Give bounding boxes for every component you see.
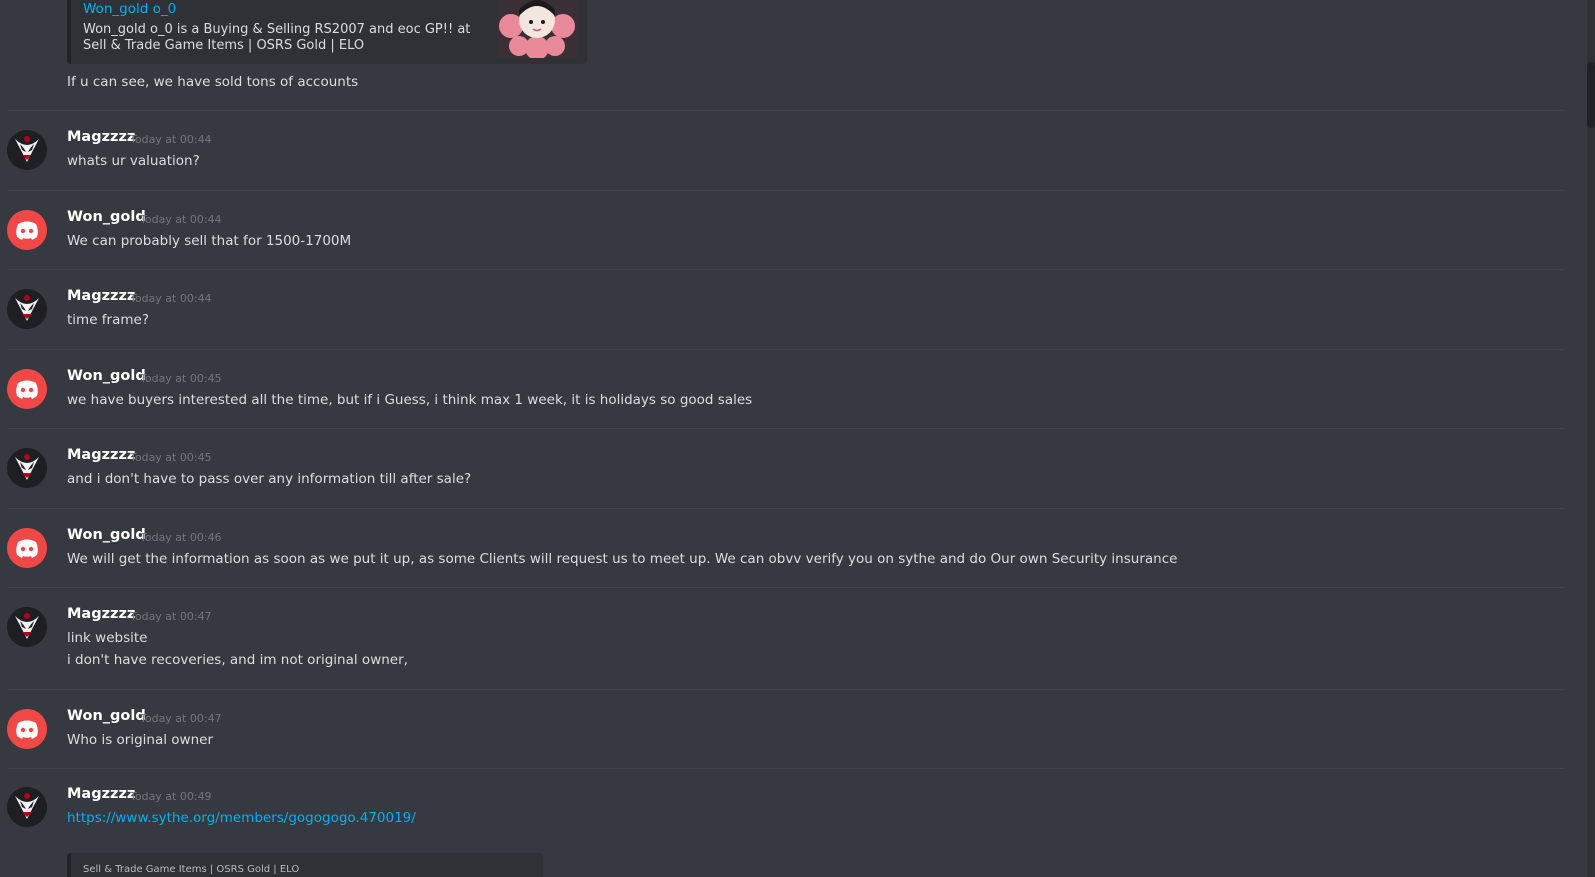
message-text: and i don't have to pass over any inform… bbox=[67, 471, 472, 487]
anime-girl-thumbnail-icon[interactable] bbox=[497, 0, 577, 58]
username[interactable]: Won_gold bbox=[67, 527, 146, 543]
message-text: link website bbox=[67, 630, 148, 646]
message-divider bbox=[8, 689, 1565, 690]
username[interactable]: Magzzzz bbox=[67, 129, 135, 145]
discord-avatar-icon[interactable] bbox=[7, 210, 47, 250]
username[interactable]: Won_gold bbox=[67, 708, 146, 724]
venom-avatar-icon[interactable] bbox=[7, 607, 47, 647]
message-link[interactable]: https://www.sythe.org/members/gogogogo.4… bbox=[67, 810, 416, 826]
message-text: Who is original owner bbox=[67, 732, 213, 748]
username[interactable]: Magzzzz bbox=[67, 606, 135, 622]
venom-avatar-icon[interactable] bbox=[7, 787, 47, 827]
venom-avatar-icon[interactable] bbox=[7, 448, 47, 488]
chat-messages-area: Won_gold o_0 Won_gold o_0 is a Buying & … bbox=[0, 0, 1565, 877]
message-divider bbox=[8, 508, 1565, 509]
username[interactable]: Magzzzz bbox=[67, 447, 135, 463]
timestamp: Today at 00:46 bbox=[140, 531, 222, 544]
discord-avatar-icon[interactable] bbox=[7, 369, 47, 409]
message-text: We can probably sell that for 1500-1700M bbox=[67, 233, 352, 249]
message-divider bbox=[8, 768, 1565, 769]
discord-avatar-icon[interactable] bbox=[7, 528, 47, 568]
timestamp: Today at 00:44 bbox=[130, 133, 212, 146]
timestamp: Today at 00:49 bbox=[130, 790, 212, 803]
venom-avatar-icon[interactable] bbox=[7, 130, 47, 170]
message-divider bbox=[8, 587, 1565, 588]
timestamp: Today at 00:47 bbox=[140, 712, 222, 725]
message-text: time frame? bbox=[67, 312, 149, 328]
embed-description: Won_gold o_0 is a Buying & Selling RS200… bbox=[83, 22, 471, 53]
message-divider bbox=[8, 428, 1565, 429]
message-divider bbox=[8, 349, 1565, 350]
timestamp: Today at 00:45 bbox=[130, 451, 212, 464]
timestamp: Today at 00:44 bbox=[140, 213, 222, 226]
message-text: i don't have recoveries, and im not orig… bbox=[67, 652, 408, 668]
timestamp: Today at 00:44 bbox=[130, 292, 212, 305]
username[interactable]: Won_gold bbox=[67, 368, 146, 384]
message-text: we have buyers interested all the time, … bbox=[67, 392, 753, 408]
venom-avatar-icon[interactable] bbox=[7, 289, 47, 329]
discord-avatar-icon[interactable] bbox=[7, 709, 47, 749]
username[interactable]: Magzzzz bbox=[67, 786, 135, 802]
embed-title-link[interactable]: Won_gold o_0 bbox=[83, 1, 176, 17]
username[interactable]: Won_gold bbox=[67, 209, 146, 225]
message-divider bbox=[8, 110, 1565, 111]
embed-provider: Sell & Trade Game Items | OSRS Gold | EL… bbox=[83, 864, 300, 875]
timestamp: Today at 00:47 bbox=[130, 610, 212, 623]
message-text: whats ur valuation? bbox=[67, 153, 200, 169]
message-divider bbox=[8, 269, 1565, 270]
message-text: If u can see, we have sold tons of accou… bbox=[67, 74, 359, 90]
scrollbar-track[interactable] bbox=[1587, 0, 1595, 877]
link-embed: Won_gold o_0 Won_gold o_0 is a Buying & … bbox=[67, 0, 587, 64]
timestamp: Today at 00:45 bbox=[140, 372, 222, 385]
message-divider bbox=[8, 190, 1565, 191]
scrollbar-thumb[interactable] bbox=[1587, 62, 1595, 128]
link-embed-bottom: Sell & Trade Game Items | OSRS Gold | EL… bbox=[67, 853, 543, 877]
message-text: We will get the information as soon as w… bbox=[67, 551, 1178, 567]
username[interactable]: Magzzzz bbox=[67, 288, 135, 304]
